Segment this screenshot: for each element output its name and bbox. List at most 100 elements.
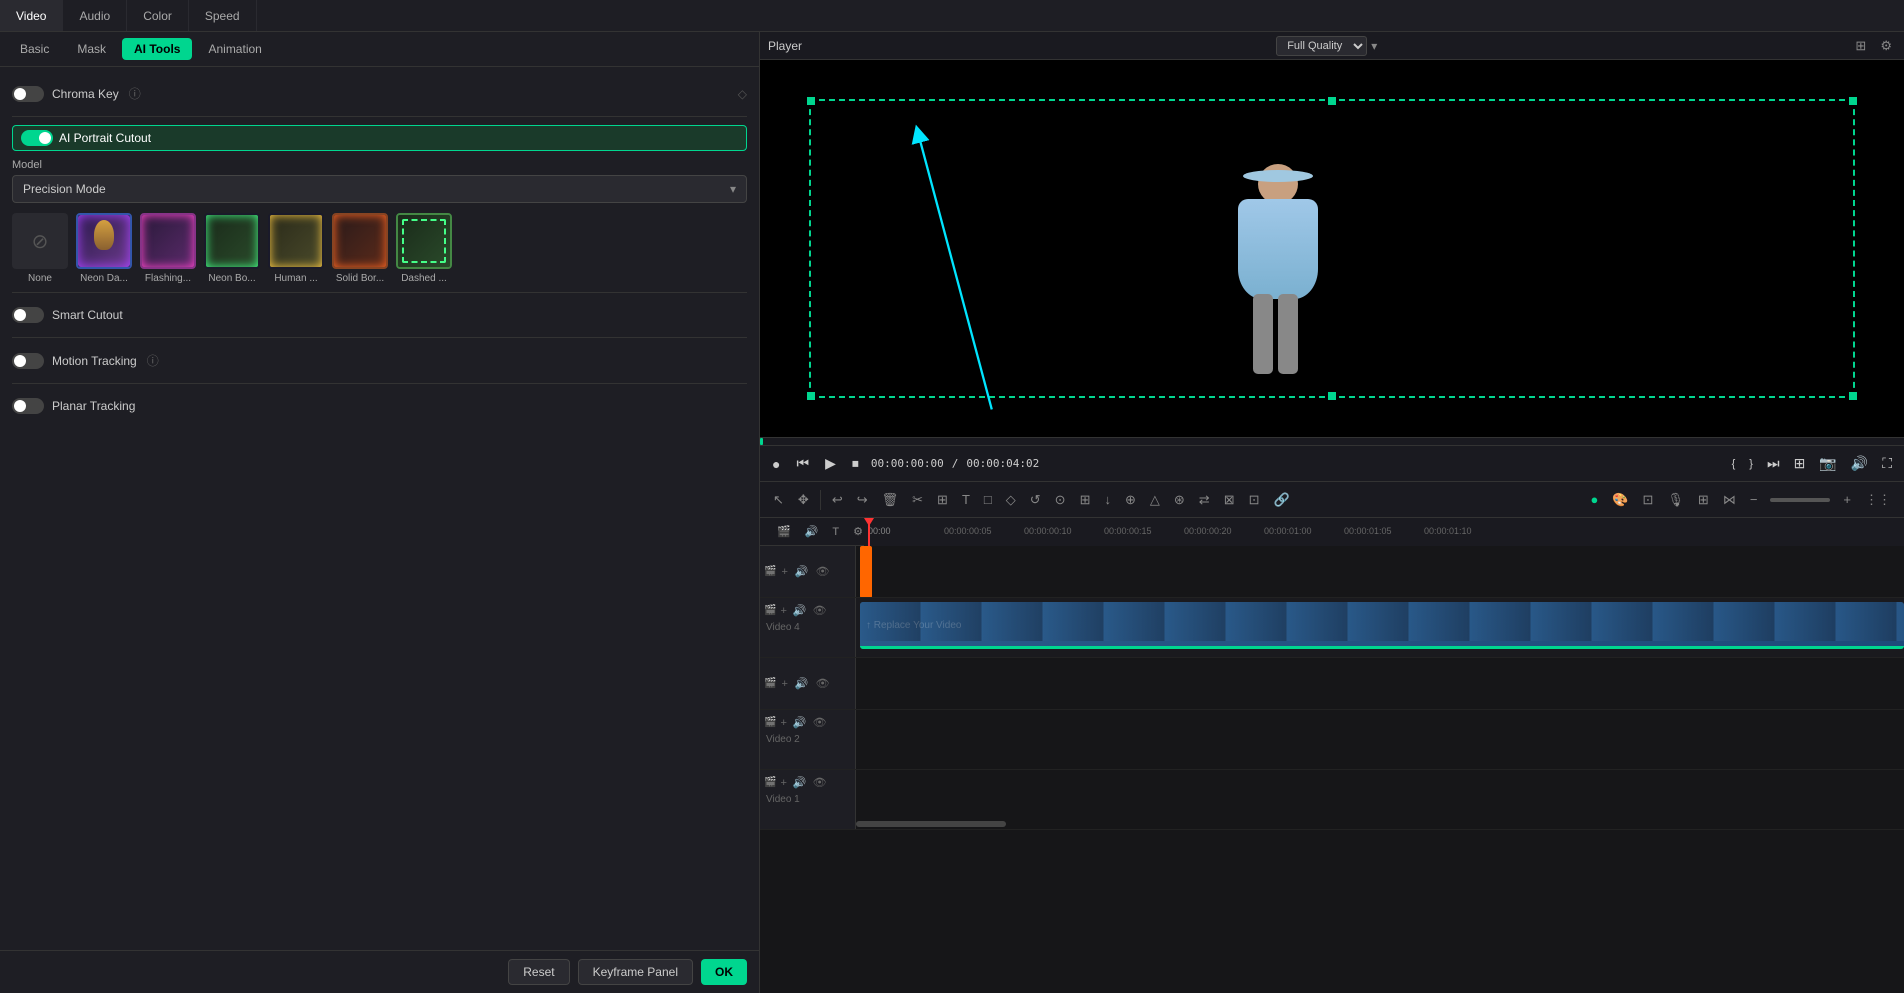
loop-end-btn[interactable]: } [1745,456,1757,472]
tl-split[interactable]: ⇄ [1194,488,1215,512]
ai-portrait-toggle[interactable] [21,130,53,146]
track-v1-scrollbar[interactable] [856,821,1006,827]
handle-bl[interactable] [807,392,815,400]
tl-move-tool[interactable]: ✥ [793,488,814,512]
effect-dashed[interactable]: ♥ Dashed ... [396,213,452,284]
tl-cut[interactable]: ✂ [907,488,928,512]
track-v1-add[interactable]: + [778,775,788,791]
ok-button[interactable]: OK [701,959,747,985]
tl-mirror[interactable]: ⊡ [1244,488,1265,512]
screenshot-btn[interactable]: 📷 [1815,453,1840,474]
tl-green-screen[interactable]: ● [1585,488,1603,511]
tl-text[interactable]: T [957,488,975,511]
loop-btn[interactable]: { [1728,456,1740,472]
tl-transform[interactable]: ⊞ [932,488,953,512]
tl-add-text-icon[interactable]: T [827,522,844,542]
tl-rotate[interactable]: ↺ [1025,488,1046,512]
tl-zoom-slider[interactable] [1770,498,1830,502]
tl-caption[interactable]: ⊞ [1693,488,1714,512]
effect-human[interactable]: Human ... [268,213,324,284]
tl-zoom-in[interactable]: + [1838,488,1856,511]
tl-freeze[interactable]: ⊠ [1219,488,1240,512]
effect-flashing[interactable]: ♥ Flashing... [140,213,196,284]
tl-circle[interactable]: ⊙ [1050,488,1071,512]
effect-neon-da[interactable]: ♥ Neon Da... [76,213,132,284]
volume-btn[interactable]: 🔊 [1847,453,1872,474]
track-5-eye[interactable]: 👁 [814,563,832,580]
right-panel: Player Full Quality Half Quality ▾ ⊞ ⚙ [760,32,1904,993]
tl-delete[interactable]: 🗑 [877,488,904,512]
quality-select[interactable]: Full Quality Half Quality [1276,36,1367,56]
effect-neon-bo[interactable]: Neon Bo... [204,213,260,284]
tl-transition[interactable]: ⋈ [1718,488,1741,512]
tab-speed[interactable]: Speed [189,0,257,31]
handle-tr[interactable] [1849,97,1857,105]
effect-none[interactable]: ⊘ None [12,213,68,284]
track-clip-video4[interactable]: ↑ Replace Your Video [860,602,1904,649]
track-v4-eye[interactable]: 👁 [811,602,829,619]
fullscreen-btn[interactable]: ⛶ [1878,453,1896,474]
track-v1-eye[interactable]: 👁 [811,774,829,791]
smart-cutout-toggle[interactable] [12,307,44,323]
keyframe-panel-button[interactable]: Keyframe Panel [578,959,693,985]
tl-add[interactable]: ⊕ [1120,488,1141,512]
ruler-playhead[interactable] [868,518,870,546]
track-v2-eye[interactable]: 👁 [811,714,829,731]
prev-frame-btn[interactable]: ⏭ [1763,453,1784,474]
tl-mask2[interactable]: ⊡ [1637,488,1658,512]
handle-br[interactable] [1849,392,1857,400]
tl-grid[interactable]: ⊞ [1075,488,1096,512]
tl-triangle[interactable]: △ [1145,488,1165,512]
tab-color[interactable]: Color [127,0,189,31]
top-nav: Video Audio Color Speed [0,0,1904,32]
tl-align[interactable]: ↓ [1099,488,1116,511]
track-v1-audio[interactable]: 🔊 [791,774,809,791]
crop-btn[interactable]: ⊞ [1790,453,1810,474]
effect-solid-bor[interactable]: ♥ Solid Bor... [332,213,388,284]
tab-mask[interactable]: Mask [65,38,118,60]
player-settings-icon[interactable]: ⚙ [1876,36,1896,56]
tl-menu[interactable]: ⋮⋮ [1860,488,1896,512]
track-v2-audio[interactable]: 🔊 [791,714,809,731]
motion-tracking-toggle[interactable] [12,353,44,369]
tl-star[interactable]: ⊛ [1169,488,1190,512]
tab-ai-tools[interactable]: AI Tools [122,38,192,60]
track-5-add[interactable]: + [779,564,789,580]
tl-zoom-out[interactable]: − [1745,488,1763,511]
handle-tl[interactable] [807,97,815,105]
player-grid-icon[interactable]: ⊞ [1851,36,1870,56]
track-timeline-video4[interactable]: ↑ Replace Your Video [856,598,1904,657]
tl-redo[interactable]: ↪ [852,488,873,512]
tl-color-grade[interactable]: 🎨 [1607,488,1633,512]
track-5-audio[interactable]: 🔊 [793,563,811,580]
chroma-key-toggle[interactable] [12,86,44,102]
transport-stop-btn[interactable]: ⏹ [848,453,863,474]
track-v2-add[interactable]: + [778,715,788,731]
timeline-tracks: 🎬 + 🔊 👁 🎬 + [760,546,1904,993]
tl-add-track-icon[interactable]: 🎬 [772,521,796,542]
handle-mid-top[interactable] [1328,97,1336,105]
tl-add-audio-icon[interactable]: 🔊 [800,521,824,542]
tab-audio[interactable]: Audio [63,0,127,31]
tl-diamond[interactable]: ◇ [1001,488,1021,512]
tl-link[interactable]: 🔗 [1269,488,1295,512]
track-v4-add[interactable]: + [778,603,788,619]
track-3-audio[interactable]: 🔊 [793,675,811,692]
tl-select-tool[interactable]: ↖ [768,488,789,512]
transport-play-btn[interactable]: ▶ [821,453,840,474]
track-3-eye[interactable]: 👁 [814,675,832,692]
tab-basic[interactable]: Basic [8,38,61,60]
transport-prev-btn[interactable]: ⏮ [792,453,813,474]
tl-undo[interactable]: ↩ [827,488,848,512]
handle-mid-bottom[interactable] [1328,392,1336,400]
transport-dot-btn[interactable]: ● [768,454,784,474]
tab-video[interactable]: Video [0,0,63,31]
tl-audio[interactable]: 🎙 [1662,488,1689,512]
planar-tracking-toggle[interactable] [12,398,44,414]
reset-button[interactable]: Reset [508,959,569,985]
tab-animation[interactable]: Animation [196,38,273,60]
track-3-add[interactable]: + [779,676,789,692]
tl-rect[interactable]: □ [979,488,997,511]
model-dropdown[interactable]: Precision Mode ▾ [12,175,747,203]
track-v4-audio[interactable]: 🔊 [791,602,809,619]
